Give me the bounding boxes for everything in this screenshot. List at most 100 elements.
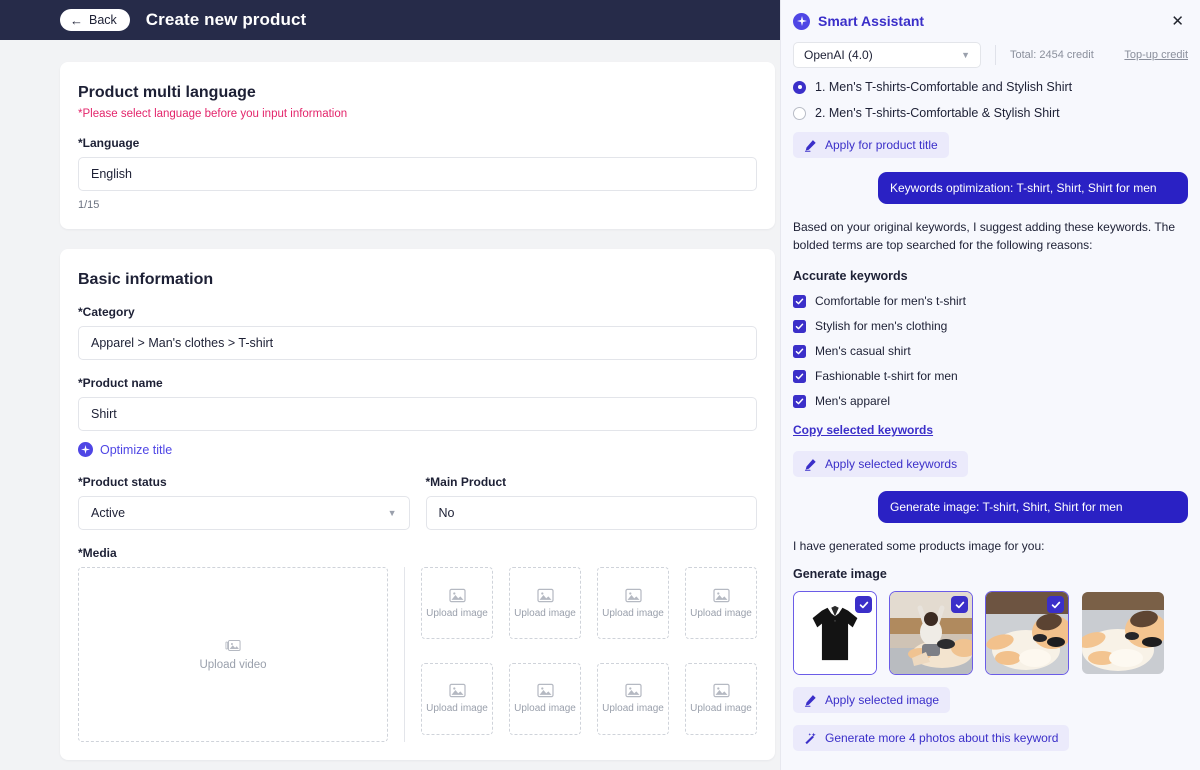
assistant-header: Smart Assistant ✕: [793, 10, 1188, 32]
title-option-label: 2. Men's T-shirts-Comfortable & Stylish …: [815, 106, 1060, 120]
product-status-label: *Product status: [78, 475, 167, 489]
back-button[interactable]: ← Back: [60, 9, 130, 31]
upload-image-label: Upload image: [426, 607, 488, 619]
image-placeholder-icon: [712, 683, 730, 698]
upload-image-label: Upload image: [514, 607, 576, 619]
title-option-1[interactable]: 1. Men's T-shirts-Comfortable and Stylis…: [793, 80, 1188, 94]
selected-check-icon: [1047, 596, 1064, 614]
apply-selected-keywords-label: Apply selected keywords: [825, 457, 958, 472]
image-placeholder-icon: [536, 588, 554, 602]
card-product-multi-language: Product multi language *Please select la…: [60, 62, 775, 229]
selected-check-icon: [951, 596, 968, 614]
copy-selected-keywords-link[interactable]: Copy selected keywords: [793, 423, 933, 437]
pencil-icon: [804, 458, 816, 471]
keywords-optimization-bubble: Keywords optimization: T-shirt, Shirt, S…: [878, 172, 1188, 205]
keyword-item[interactable]: Stylish for men's clothing: [793, 319, 1188, 333]
radio-unselected-icon: [793, 106, 806, 120]
chevron-down-icon: ▼: [387, 508, 397, 518]
checkbox-checked-icon: [793, 294, 806, 308]
radio-selected-icon: [793, 80, 806, 94]
main-product-select[interactable]: No: [425, 496, 757, 530]
upload-image-dropzone[interactable]: Upload image: [509, 567, 581, 639]
apply-selected-keywords-button[interactable]: Apply selected keywords: [793, 451, 969, 478]
upload-image-dropzone[interactable]: Upload image: [421, 662, 493, 735]
apply-for-product-title-button[interactable]: Apply for product title: [793, 132, 949, 158]
upload-image-grid: Upload image Upload image Upload image U…: [421, 567, 757, 742]
upload-image-dropzone[interactable]: Upload image: [421, 567, 493, 639]
image-placeholder-icon: [624, 588, 642, 602]
generated-image-plush-dog-side[interactable]: [1081, 591, 1165, 675]
generate-image-heading: Generate image: [793, 567, 887, 582]
multi-language-title: Product multi language: [78, 84, 256, 101]
top-up-credit-link[interactable]: Top-up credit: [1124, 49, 1188, 61]
checkbox-checked-icon: [793, 319, 806, 333]
basic-information-title: Basic information: [78, 271, 214, 288]
product-name-input[interactable]: Shirt: [78, 397, 757, 431]
image-placeholder-icon: [448, 683, 466, 698]
keyword-label: Comfortable for men's t-shirt: [815, 294, 967, 309]
upload-image-label: Upload image: [690, 703, 752, 714]
title-option-2[interactable]: 2. Men's T-shirts-Comfortable & Stylish …: [793, 106, 1188, 120]
image-placeholder-icon: [712, 588, 730, 602]
generated-intro-text: I have generated some products image for…: [793, 539, 1045, 554]
keyword-label: Men's apparel: [815, 394, 890, 409]
optimize-title-link[interactable]: Optimize title: [78, 442, 172, 457]
upload-video-dropzone[interactable]: Upload video: [78, 567, 389, 742]
model-select[interactable]: OpenAI (4.0) ▼: [793, 42, 981, 68]
product-name-value: Shirt: [91, 407, 117, 421]
model-select-value: OpenAI (4.0): [804, 48, 873, 62]
upload-image-label: Upload image: [426, 703, 488, 714]
language-counter: 1/15: [78, 199, 100, 211]
generated-image-plush-dog-closeup[interactable]: [985, 591, 1069, 676]
card-basic-information: Basic information *Category Apparel > Ma…: [60, 249, 775, 760]
keyword-item[interactable]: Comfortable for men's t-shirt: [793, 294, 1188, 308]
upload-image-dropzone[interactable]: Upload image: [685, 662, 757, 735]
sparkle-icon: [78, 442, 93, 457]
assistant-toolbar: OpenAI (4.0) ▼ Total: 2454 credit Top-up…: [793, 42, 1188, 68]
assistant-title: Smart Assistant: [818, 13, 925, 29]
toolbar-divider: [995, 45, 996, 65]
smart-assistant-panel: Smart Assistant ✕ OpenAI (4.0) ▼ Total: …: [780, 0, 1200, 770]
main-product-value: No: [438, 506, 455, 520]
upload-image-dropzone[interactable]: Upload image: [685, 567, 757, 639]
upload-video-label: Upload video: [199, 659, 267, 671]
category-value: Apparel > Man's clothes > T-shirt: [91, 336, 274, 350]
media-area: Upload video Upload image Upload image U…: [78, 567, 757, 742]
pencil-icon: [804, 694, 816, 707]
generate-image-bubble: Generate image: T-shirt, Shirt, Shirt fo…: [878, 491, 1188, 524]
generated-image-list: [793, 591, 1188, 676]
sparkle-icon: [793, 12, 810, 30]
close-icon[interactable]: ✕: [1167, 12, 1188, 31]
upload-image-label: Upload image: [602, 607, 664, 619]
generated-image-black-polo-shirt[interactable]: [793, 591, 877, 676]
pencil-icon: [804, 139, 816, 152]
keyword-label: Fashionable t-shirt for men: [815, 369, 958, 384]
optimize-title-label: Optimize title: [100, 442, 173, 457]
apply-for-product-title-label: Apply for product title: [825, 138, 938, 152]
category-input[interactable]: Apparel > Man's clothes > T-shirt: [78, 326, 757, 360]
media-label: *Media: [78, 546, 117, 560]
apply-selected-image-label: Apply selected image: [825, 693, 940, 708]
upload-image-label: Upload image: [690, 607, 752, 619]
multi-language-note: *Please select language before you input…: [78, 108, 348, 120]
app-root: ← Back Create new product Product multi …: [0, 0, 1200, 770]
language-value: English: [91, 167, 132, 181]
keyword-item[interactable]: Men's apparel: [793, 394, 1188, 408]
checkbox-checked-icon: [793, 394, 806, 408]
page-title: Create new product: [145, 10, 307, 29]
thumbnail-image: [1082, 592, 1164, 675]
upload-image-dropzone[interactable]: Upload image: [597, 567, 669, 639]
upload-image-dropzone[interactable]: Upload image: [509, 662, 581, 735]
language-input[interactable]: English: [78, 157, 757, 191]
keyword-item[interactable]: Men's casual shirt: [793, 344, 1188, 358]
form-scroll-area[interactable]: Product multi language *Please select la…: [0, 40, 790, 770]
keyword-item[interactable]: Fashionable t-shirt for men: [793, 369, 1188, 383]
media-divider: [404, 567, 405, 742]
apply-selected-image-button[interactable]: Apply selected image: [793, 687, 951, 714]
product-status-select[interactable]: Active ▼: [78, 496, 410, 530]
arrow-left-icon: ←: [70, 12, 83, 28]
upload-image-dropzone[interactable]: Upload image: [597, 662, 669, 735]
generate-more-photos-button[interactable]: Generate more 4 photos about this keywor…: [793, 725, 1070, 752]
upload-image-label: Upload image: [514, 703, 576, 714]
generated-image-person-with-plush-dog[interactable]: [889, 591, 973, 676]
